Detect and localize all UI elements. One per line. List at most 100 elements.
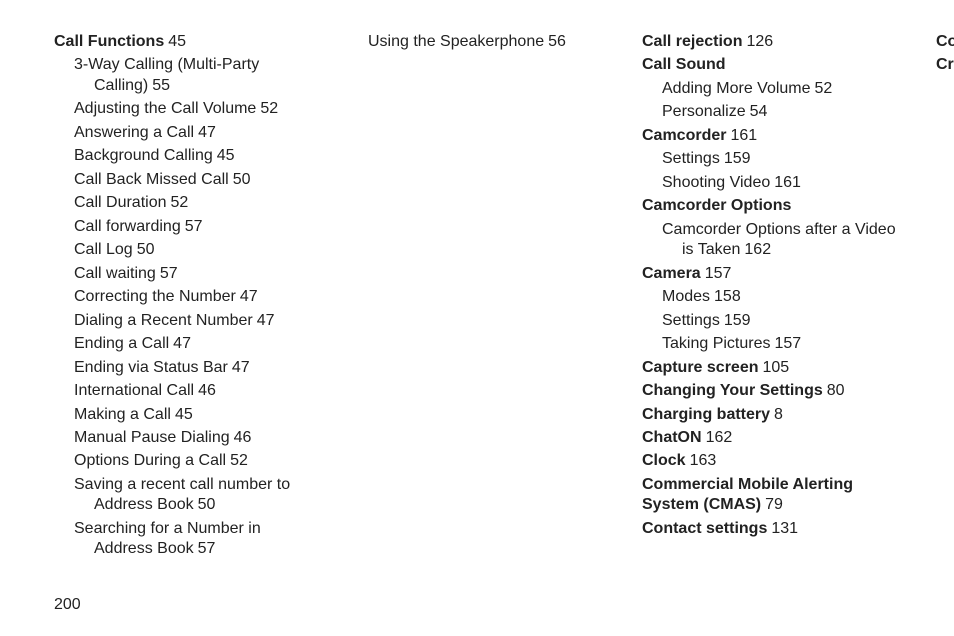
index-subentry-text: Settings	[662, 150, 720, 167]
index-subentry-page: 47	[232, 359, 250, 376]
index-subentry: Settings159	[642, 311, 900, 331]
index-subentry: Saving a recent call number to Address B…	[54, 475, 312, 516]
index-subentry-text: Adjusting the Call Volume	[74, 100, 256, 117]
index-heading: Call Functions45	[54, 32, 312, 52]
index-subentry-text: Call waiting	[74, 265, 156, 282]
index-subentry: Call Log50	[54, 240, 312, 260]
index-subentry: Shooting Video161	[642, 173, 900, 193]
index-heading: Contact settings131	[642, 519, 900, 539]
index-heading-page: 45	[168, 33, 186, 50]
index-heading-page: 157	[705, 265, 732, 282]
index-subentry-page: 52	[170, 194, 188, 211]
index-subentry-page: 47	[173, 335, 191, 352]
index-heading-page: 163	[690, 452, 717, 469]
index-subentry-text: International Call	[74, 382, 194, 399]
index-subentry-text: Making a Call	[74, 406, 171, 423]
index-heading: Changing Your Settings80	[642, 381, 900, 401]
index-heading-text: Camcorder Options	[642, 197, 791, 214]
index-subentry-page: 45	[175, 406, 193, 423]
index-subentry: Call forwarding57	[54, 217, 312, 237]
index-subentry-page: 52	[815, 80, 833, 97]
index-subentry-page: 157	[775, 335, 802, 352]
index-heading: Camcorder161	[642, 126, 900, 146]
index-subentry: Answering a Call47	[54, 123, 312, 143]
index-subentry-text: Modes	[662, 288, 710, 305]
index-subentry: Correcting the Number47	[54, 287, 312, 307]
index-heading-page: 105	[763, 359, 790, 376]
index-subentry-page: 57	[185, 218, 203, 235]
index-heading-text: Charging battery	[642, 406, 770, 423]
index-heading: Capture screen105	[642, 358, 900, 378]
index-heading-text: Call Functions	[54, 33, 164, 50]
index-subentry-text: Adding More Volume	[662, 80, 811, 97]
index-subentry-page: 46	[234, 429, 252, 446]
index-subentry-text: Settings	[662, 312, 720, 329]
index-subentry: Options During a Call52	[54, 451, 312, 471]
index-heading: ChatON162	[642, 428, 900, 448]
index-subentry-text: Ending a Call	[74, 335, 169, 352]
index-subentry: 3-Way Calling (Multi-Party Calling)55	[54, 55, 312, 96]
index-subentry: Using the Speakerphone56	[348, 32, 606, 52]
index-subentry-page: 52	[260, 100, 278, 117]
page-number: 200	[54, 596, 81, 614]
index-subentry: Adjusting the Call Volume52	[54, 99, 312, 119]
index-heading-page: 162	[706, 429, 733, 446]
index-subentry-text: Saving a recent call number to Address B…	[74, 476, 290, 513]
index-subentry: Call Back Missed Call50	[54, 170, 312, 190]
index-subentry-text: Personalize	[662, 103, 746, 120]
index-heading-text: Camcorder	[642, 127, 726, 144]
index-heading: Contacts59	[936, 32, 954, 52]
index-heading-text: Contact settings	[642, 520, 767, 537]
index-subentry-page: 52	[230, 452, 248, 469]
index-subentry-page: 50	[198, 496, 216, 513]
index-subentry-page: 47	[257, 312, 275, 329]
index-subentry-text: Using the Speakerphone	[368, 33, 544, 50]
index-subentry-text: Background Calling	[74, 147, 213, 164]
index-heading-page: 131	[771, 520, 798, 537]
index-subentry-page: 159	[724, 150, 751, 167]
index-subentry-page: 57	[198, 540, 216, 557]
index-subentry: Camcorder Options after a Video is Taken…	[642, 220, 900, 261]
index-heading-text: Changing Your Settings	[642, 382, 823, 399]
index-subentry-text: Taking Pictures	[662, 335, 771, 352]
index-subentry-page: 45	[217, 147, 235, 164]
index-heading-page: 79	[765, 496, 783, 513]
index-subentry-text: Correcting the Number	[74, 288, 236, 305]
index-subentry-text: Call forwarding	[74, 218, 181, 235]
index-subentry-text: Options During a Call	[74, 452, 226, 469]
index-heading-text: Creating a Playlist	[936, 56, 954, 73]
index-heading-text: Camera	[642, 265, 701, 282]
index-subentry-page: 161	[774, 174, 801, 191]
index-subentry: Ending a Call47	[54, 334, 312, 354]
index-subentry-text: Call Log	[74, 241, 133, 258]
index-heading-text: Capture screen	[642, 359, 759, 376]
index-subentry: Personalize54	[642, 102, 900, 122]
index-subentry: Call Duration52	[54, 193, 312, 213]
index-heading: Camera157	[642, 264, 900, 284]
index-subentry-page: 158	[714, 288, 741, 305]
index-subentry: Ending via Status Bar47	[54, 358, 312, 378]
index-heading-page: 126	[746, 33, 773, 50]
index-subentry: Manual Pause Dialing46	[54, 428, 312, 448]
index-subentry: Taking Pictures157	[642, 334, 900, 354]
index-subentry-page: 159	[724, 312, 751, 329]
index-heading: Camcorder Options	[642, 196, 900, 216]
index-heading-page: 80	[827, 382, 845, 399]
index-subentry-text: Ending via Status Bar	[74, 359, 228, 376]
index-heading-page: 8	[774, 406, 783, 423]
index-subentry: Dialing a Recent Number47	[54, 311, 312, 331]
index-subentry-text: Searching for a Number in Address Book	[74, 520, 261, 557]
index-subentry-text: Manual Pause Dialing	[74, 429, 230, 446]
index-subentry-text: Camcorder Options after a Video is Taken	[662, 221, 896, 258]
index-subentry-text: Shooting Video	[662, 174, 770, 191]
index-heading: Creating a Playlist182	[936, 55, 954, 75]
index-subentry-page: 57	[160, 265, 178, 282]
index-heading: Call Sound	[642, 55, 900, 75]
index-subentry-page: 162	[744, 241, 771, 258]
index-page: Call Functions453-Way Calling (Multi-Par…	[0, 0, 954, 560]
index-subentry-page: 47	[198, 124, 216, 141]
index-subentry: Searching for a Number in Address Book57	[54, 519, 312, 560]
index-subentry: Adding More Volume52	[642, 79, 900, 99]
index-heading-text: ChatON	[642, 429, 702, 446]
index-subentry: International Call46	[54, 381, 312, 401]
